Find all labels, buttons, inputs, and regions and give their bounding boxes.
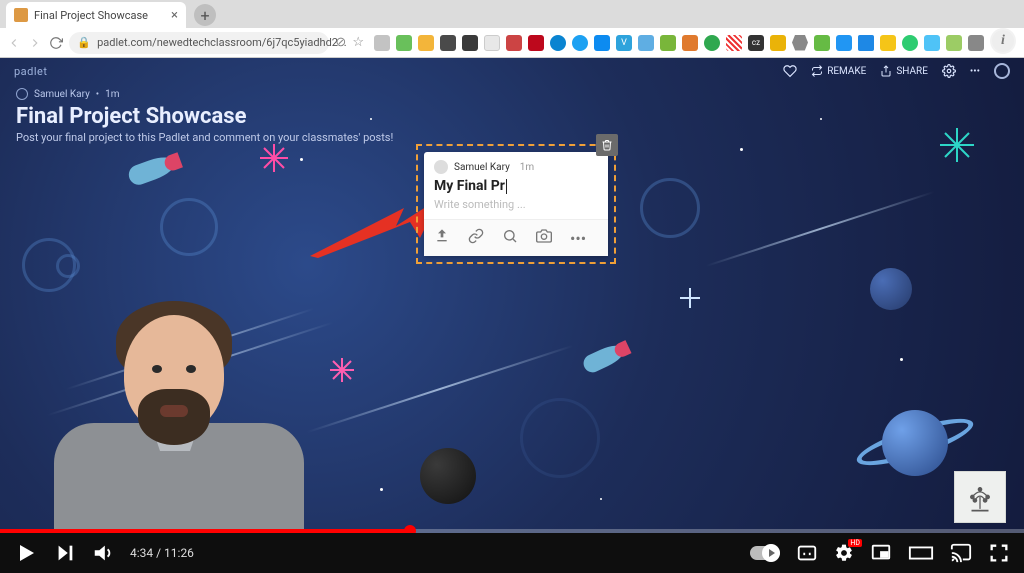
autoplay-toggle[interactable] — [750, 546, 780, 560]
fullscreen-button[interactable] — [988, 542, 1010, 564]
forward-button[interactable] — [27, 34, 42, 52]
extension-icon[interactable] — [836, 35, 852, 51]
extension-icon[interactable] — [638, 35, 654, 51]
author-name: Samuel Kary — [34, 89, 90, 100]
extension-icon[interactable]: cz — [748, 35, 764, 51]
extension-icon[interactable] — [396, 35, 412, 51]
video-frame: padlet REMAKE SHARE ••• Samuel Kary • 1m… — [0, 58, 1024, 573]
captions-button[interactable] — [796, 542, 818, 564]
info-badge-icon[interactable]: i — [992, 30, 1014, 52]
post-card: Samuel Kary 1m My Final Pr Write somethi… — [424, 152, 608, 256]
reload-button[interactable] — [48, 34, 63, 52]
remake-button[interactable]: REMAKE — [811, 65, 866, 77]
extension-icon[interactable] — [726, 35, 742, 51]
share-button[interactable]: SHARE — [880, 65, 928, 77]
extension-icon[interactable] — [484, 35, 500, 51]
extension-icon[interactable] — [946, 35, 962, 51]
url-text: padlet.com/newedtechclassroom/6j7qc5yiad… — [97, 36, 347, 49]
extension-icon[interactable] — [968, 35, 984, 51]
delete-post-button[interactable] — [596, 134, 618, 156]
extension-icon[interactable] — [880, 35, 896, 51]
post-author-avatar — [434, 160, 448, 174]
extension-icon[interactable] — [594, 35, 610, 51]
user-avatar-icon[interactable] — [994, 63, 1010, 79]
favicon — [14, 8, 28, 22]
extension-icon[interactable] — [770, 35, 786, 51]
extension-icon[interactable] — [550, 35, 566, 51]
search-icon[interactable] — [502, 228, 518, 248]
browser-tab-strip: Final Project Showcase × + — [0, 0, 1024, 28]
onetab-icon[interactable]: ⊘ — [335, 35, 346, 50]
extension-icon[interactable] — [462, 35, 478, 51]
post-age: 1m — [520, 162, 534, 173]
board-subtitle: Post your final project to this Padlet a… — [16, 131, 393, 144]
cast-button[interactable] — [950, 542, 972, 564]
tab-close-button[interactable]: × — [171, 8, 178, 23]
extension-icon[interactable] — [374, 35, 390, 51]
post-toolbar: ••• — [424, 219, 608, 256]
browser-toolbar: 🔒 padlet.com/newedtechclassroom/6j7qc5yi… — [0, 28, 1024, 58]
browser-tab[interactable]: Final Project Showcase × — [6, 2, 186, 28]
extension-icon[interactable] — [858, 35, 874, 51]
tab-title: Final Project Showcase — [34, 9, 148, 22]
padlet-brand[interactable]: padlet — [14, 65, 47, 78]
video-controls: 4:34 / 11:26 HD — [0, 533, 1024, 573]
extension-icon[interactable] — [924, 35, 940, 51]
play-button[interactable] — [14, 541, 38, 565]
hd-badge: HD — [848, 539, 862, 547]
volume-button[interactable] — [92, 542, 114, 564]
extension-row: V cz — [374, 35, 984, 51]
extension-icon[interactable] — [814, 35, 830, 51]
theater-button[interactable] — [908, 542, 934, 564]
address-bar[interactable]: 🔒 padlet.com/newedtechclassroom/6j7qc5yi… — [69, 32, 329, 54]
extension-icon[interactable] — [506, 35, 522, 51]
more-menu-button[interactable]: ••• — [970, 66, 980, 77]
board-age: 1m — [105, 89, 119, 100]
new-tab-button[interactable]: + — [194, 4, 216, 26]
extension-icon[interactable] — [682, 35, 698, 51]
back-button[interactable] — [6, 34, 21, 52]
padlet-topbar: padlet REMAKE SHARE ••• — [0, 58, 1024, 84]
lock-icon: 🔒 — [77, 36, 91, 49]
author-avatar-icon — [16, 88, 28, 100]
video-time: 4:34 / 11:26 — [130, 546, 194, 560]
next-button[interactable] — [54, 542, 76, 564]
like-button[interactable] — [783, 64, 797, 78]
miniplayer-button[interactable] — [870, 542, 892, 564]
extension-icon[interactable] — [528, 35, 544, 51]
board-title: Final Project Showcase — [16, 104, 393, 129]
star-icon[interactable]: ☆ — [352, 35, 364, 50]
extension-icon[interactable] — [792, 35, 808, 51]
extension-icon[interactable] — [660, 35, 676, 51]
extension-icon[interactable] — [418, 35, 434, 51]
extension-icon[interactable] — [902, 35, 918, 51]
link-icon[interactable] — [468, 228, 484, 248]
post-author: Samuel Kary — [454, 162, 510, 173]
extension-icon[interactable]: V — [616, 35, 632, 51]
new-post-selection[interactable]: Samuel Kary 1m My Final Pr Write somethi… — [416, 144, 616, 264]
channel-logo[interactable] — [954, 471, 1006, 523]
extension-icon[interactable] — [440, 35, 456, 51]
post-title-input[interactable]: My Final Pr — [424, 178, 608, 194]
padlet-header: Samuel Kary • 1m Final Project Showcase … — [16, 88, 393, 144]
more-tools-button[interactable]: ••• — [570, 229, 586, 248]
camera-icon[interactable] — [536, 228, 552, 248]
post-body-input[interactable]: Write something ... — [424, 194, 608, 219]
presenter-overlay — [54, 293, 304, 533]
upload-icon[interactable] — [434, 228, 450, 248]
extension-icon[interactable] — [572, 35, 588, 51]
settings-button[interactable]: HD — [834, 543, 854, 563]
settings-gear-icon[interactable] — [942, 64, 956, 78]
extension-icon[interactable] — [704, 35, 720, 51]
